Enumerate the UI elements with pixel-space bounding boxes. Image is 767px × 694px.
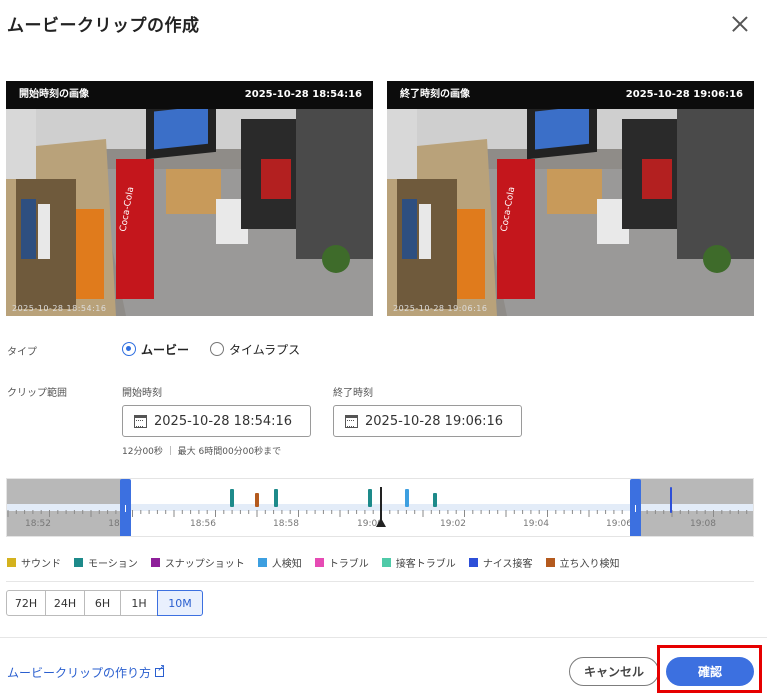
legend-label: スナップショット <box>164 559 245 570</box>
radio-timelapse[interactable]: タイムラプス <box>210 340 300 358</box>
radio-movie-indicator[interactable] <box>122 342 136 356</box>
radio-movie[interactable]: ムービー <box>122 340 189 358</box>
tick-label: 18:58 <box>273 519 299 529</box>
event-marker-person[interactable] <box>405 489 409 507</box>
start-preview-label: 開始時刻の画像 <box>19 89 89 100</box>
legend-label: ナイス接客 <box>482 559 533 570</box>
start-time-field[interactable]: 2025-10-28 18:54:16 <box>122 405 311 437</box>
external-link-icon[interactable] <box>155 663 165 677</box>
dialog-title: ムービークリップの作成 <box>7 16 200 36</box>
legend-swatch <box>7 558 16 567</box>
tick-label: 19:08 <box>690 519 716 529</box>
legend-swatch <box>381 558 391 567</box>
range-button-1h[interactable]: 1H <box>120 590 158 616</box>
legend-swatch <box>545 558 555 567</box>
end-preview-label: 終了時刻の画像 <box>400 89 470 100</box>
end-camera-image: Coca-Cola <box>387 109 754 316</box>
clip-range-label: クリップ範囲 <box>7 388 67 399</box>
start-time-value[interactable]: 2025-10-28 18:54:16 <box>154 414 292 429</box>
close-icon[interactable] <box>729 13 751 35</box>
howto-link-label[interactable]: ムービークリップの作り方 <box>7 664 151 681</box>
calendar-icon[interactable] <box>345 414 358 428</box>
end-camera-timestamp: 2025-10-28 19:06:16 <box>393 304 488 313</box>
event-marker-motion[interactable] <box>274 489 278 507</box>
tick-label: 18:52 <box>25 519 51 529</box>
range-start-handle[interactable] <box>120 479 131 536</box>
legend-item-intrusion: 立ち入り検知 <box>545 555 620 570</box>
start-camera-timestamp: 2025-10-28 18:54:16 <box>12 304 107 313</box>
range-button-24h[interactable]: 24H <box>45 590 85 616</box>
start-preview: 開始時刻の画像 2025-10-28 18:54:16 Coca-Cola 20… <box>6 81 373 316</box>
legend-item-service-trouble: 接客トラブル <box>381 555 456 570</box>
legend-item-trouble: トラブル <box>314 555 369 570</box>
divider <box>6 581 754 582</box>
tick-label: 19:02 <box>440 519 466 529</box>
event-marker-motion[interactable] <box>433 493 437 507</box>
legend-label: モーション <box>88 559 138 570</box>
playhead[interactable] <box>377 487 385 527</box>
tick-label: 19:04 <box>523 519 549 529</box>
legend-swatch <box>468 558 478 567</box>
start-time-label: 開始時刻 <box>122 388 162 399</box>
start-preview-timestamp: 2025-10-28 18:54:16 <box>244 89 362 100</box>
duration-note: 12分00秒 ｜ 最大 6時間00分00秒まで <box>122 447 282 457</box>
event-marker-motion[interactable] <box>368 489 372 507</box>
legend-label: トラブル <box>328 559 369 570</box>
end-time-value[interactable]: 2025-10-28 19:06:16 <box>365 414 503 429</box>
howto-link[interactable]: ムービークリップの作り方 <box>7 663 165 681</box>
end-preview-timestamp: 2025-10-28 19:06:16 <box>625 89 743 100</box>
range-button-6h[interactable]: 6H <box>84 590 121 616</box>
legend-item-sound: サウンド <box>7 555 61 570</box>
end-time-label: 終了時刻 <box>333 388 373 399</box>
calendar-icon[interactable] <box>134 414 147 428</box>
legend-swatch <box>74 558 83 567</box>
legend-label: 人検知 <box>271 559 302 570</box>
legend-item-motion: モーション <box>74 555 138 570</box>
range-end-handle[interactable] <box>630 479 641 536</box>
range-button-72h[interactable]: 72H <box>6 590 46 616</box>
start-camera-image: Coca-Cola <box>6 109 373 316</box>
event-marker-motion[interactable] <box>230 489 234 507</box>
legend-item-nice-service: ナイス接客 <box>468 555 533 570</box>
radio-timelapse-label: タイムラプス <box>229 342 301 357</box>
footer-divider <box>0 637 767 638</box>
timeline[interactable]: 18:52 18 18:56 18:58 19:00 19:02 19:04 1… <box>6 478 754 537</box>
tick-label: 18:56 <box>190 519 216 529</box>
legend-label: 立ち入り検知 <box>559 559 620 570</box>
start-preview-header: 開始時刻の画像 2025-10-28 18:54:16 <box>6 81 373 109</box>
event-legend: サウンド モーション スナップショット 人検知 トラブル 接客トラブル ナイス接… <box>7 555 633 570</box>
range-button-10m[interactable]: 10M <box>157 590 203 616</box>
range-button-group: 72H 24H 6H 1H 10M <box>6 590 203 616</box>
tick-label: 19:06 <box>606 519 632 529</box>
event-marker-favorite[interactable] <box>255 493 259 507</box>
end-preview: 終了時刻の画像 2025-10-28 19:06:16 Coca-Cola 20… <box>387 81 754 316</box>
event-marker-nice[interactable] <box>670 487 672 513</box>
legend-swatch <box>150 558 160 567</box>
legend-item-snapshot: スナップショット <box>150 555 245 570</box>
legend-label: 接客トラブル <box>395 559 456 570</box>
radio-movie-label: ムービー <box>141 342 190 357</box>
type-label: タイプ <box>7 347 37 358</box>
confirm-button[interactable]: 確認 <box>666 657 754 686</box>
legend-item-person: 人検知 <box>257 555 302 570</box>
cancel-button[interactable]: キャンセル <box>569 657 659 686</box>
tick-label: 18 <box>108 519 120 529</box>
legend-label: サウンド <box>21 559 61 570</box>
legend-swatch <box>257 558 267 567</box>
legend-swatch <box>314 558 324 567</box>
end-time-field[interactable]: 2025-10-28 19:06:16 <box>333 405 522 437</box>
radio-timelapse-indicator[interactable] <box>210 342 224 356</box>
end-preview-header: 終了時刻の画像 2025-10-28 19:06:16 <box>387 81 754 109</box>
